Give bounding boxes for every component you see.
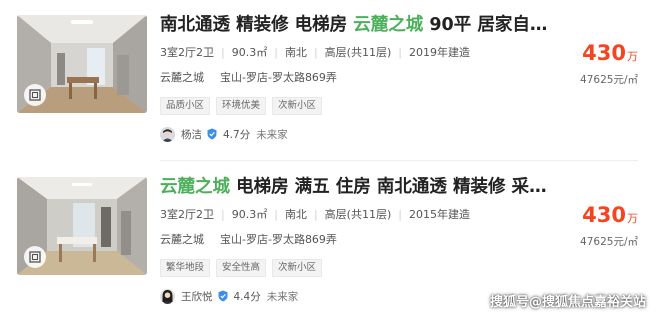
- agent-score: 4.7分: [223, 128, 251, 141]
- area: 90.3㎡: [231, 208, 268, 221]
- listing-divider: [160, 160, 638, 161]
- watermark: 搜狐号@搜狐焦点嘉裕关站: [489, 295, 646, 310]
- title-community-highlight: 云麓之城: [160, 177, 230, 197]
- agent-name[interactable]: 杨洁: [181, 127, 202, 142]
- title-text: 电梯房 满五 住房 南北通透 精装修 采光...: [230, 177, 555, 197]
- divider: |: [274, 46, 278, 59]
- agent-company: 未来家: [256, 128, 288, 141]
- layout: 3室2厅2卫: [160, 46, 214, 59]
- agent-info[interactable]: 王欣悦 4.4分 未来家: [160, 287, 298, 305]
- unit-price: 47625元/㎡: [580, 236, 638, 248]
- agent-name[interactable]: 王欣悦: [181, 289, 213, 304]
- unit-price: 47625元/㎡: [580, 74, 638, 86]
- title-community-highlight: 云麓之城: [353, 15, 424, 35]
- feature-tag: 繁华地段: [160, 259, 211, 277]
- total-price: 430万: [582, 202, 638, 228]
- price-unit: 万: [627, 212, 638, 225]
- divider: |: [398, 208, 402, 221]
- listing-photo[interactable]: [17, 15, 147, 113]
- location: 云麓之城 宝山-罗店-罗太路869弄: [160, 232, 337, 248]
- agent-avatar[interactable]: [160, 126, 175, 142]
- house-info: 3室2厅2卫 | 90.3㎡ | 南北 | 高层(共11层) | 2015年建造: [160, 206, 470, 224]
- listing-title[interactable]: 南北通透 精装修 电梯房 云麓之城 90平 居家自住...: [160, 12, 555, 38]
- feature-tag: 环境优美: [216, 97, 267, 115]
- build-year: 2019年建造: [408, 46, 470, 59]
- vr-cube-icon[interactable]: [24, 84, 46, 106]
- price-value: 430: [582, 203, 626, 227]
- community-link[interactable]: 云麓之城: [160, 71, 204, 84]
- listing-title[interactable]: 云麓之城 电梯房 满五 住房 南北通透 精装修 采光...: [160, 174, 555, 200]
- orientation: 南北: [284, 208, 307, 221]
- address: 宝山-罗店-罗太路869弄: [220, 233, 337, 246]
- divider: |: [274, 208, 278, 221]
- build-year: 2015年建造: [408, 208, 470, 221]
- feature-tag: 安全性高: [216, 259, 267, 277]
- divider: |: [313, 46, 318, 59]
- floor: 高层(共11层): [324, 46, 392, 59]
- shield-check-icon: [207, 128, 217, 140]
- vr-cube-icon[interactable]: [24, 246, 46, 268]
- layout: 3室2厅2卫: [160, 208, 214, 221]
- floor: 高层(共11层): [324, 208, 392, 221]
- address: 宝山-罗店-罗太路869弄: [220, 71, 337, 84]
- divider: |: [221, 46, 225, 59]
- feature-tags: 品质小区 环境优美 次新小区: [160, 97, 323, 115]
- shield-check-icon: [218, 290, 228, 302]
- price-value: 430: [582, 41, 626, 65]
- feature-tag: 品质小区: [160, 97, 211, 115]
- divider: |: [398, 46, 402, 59]
- divider: |: [313, 208, 318, 221]
- feature-tag: 次新小区: [272, 259, 323, 277]
- divider: |: [221, 208, 225, 221]
- title-text: 90平 居家自住...: [423, 15, 555, 35]
- orientation: 南北: [284, 46, 307, 59]
- agent-info[interactable]: 杨洁 4.7分 未来家: [160, 125, 288, 143]
- location: 云麓之城 宝山-罗店-罗太路869弄: [160, 70, 337, 86]
- house-info: 3室2厅2卫 | 90.3㎡ | 南北 | 高层(共11层) | 2019年建造: [160, 44, 470, 62]
- community-link[interactable]: 云麓之城: [160, 233, 204, 246]
- area: 90.3㎡: [231, 46, 268, 59]
- price-unit: 万: [627, 50, 638, 63]
- title-text: 南北通透 精装修 电梯房: [160, 15, 354, 35]
- agent-score: 4.4分: [233, 290, 261, 303]
- total-price: 430万: [582, 40, 638, 66]
- feature-tag: 次新小区: [272, 97, 323, 115]
- feature-tags: 繁华地段 安全性高 次新小区: [160, 259, 323, 277]
- listing-card[interactable]: 南北通透 精装修 电梯房 云麓之城 90平 居家自住... 3室2厅2卫 | 90.…: [0, 0, 660, 150]
- listing-photo[interactable]: [17, 177, 147, 275]
- agent-avatar[interactable]: [160, 288, 175, 304]
- listing-card[interactable]: 云麓之城 电梯房 满五 住房 南北通透 精装修 采光... 3室2厅2卫 | 90.…: [0, 162, 660, 312]
- agent-company: 未来家: [266, 290, 299, 303]
